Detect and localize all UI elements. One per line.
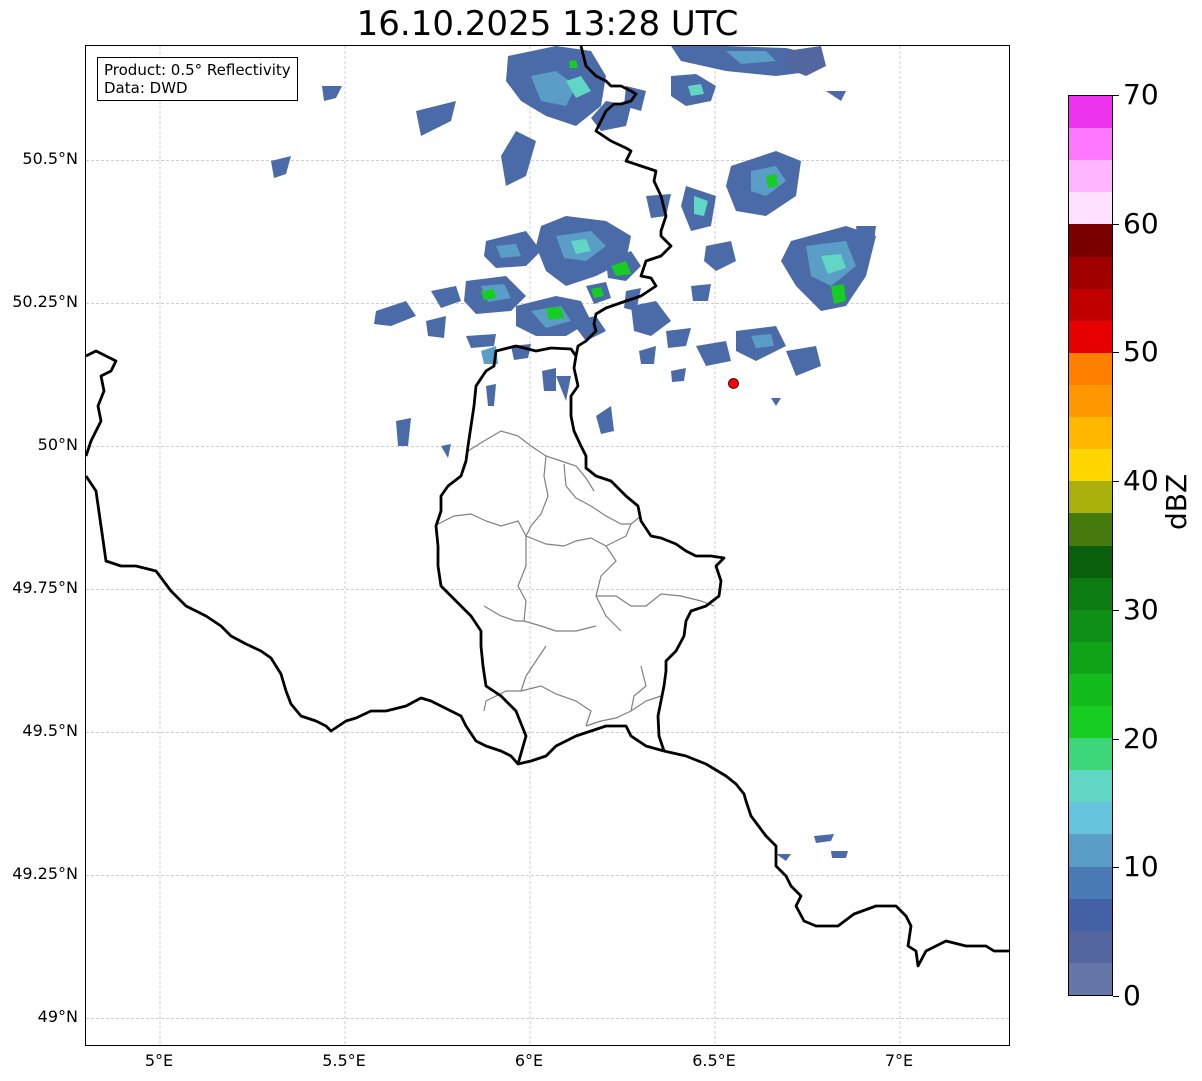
colorbar-segment bbox=[1069, 866, 1112, 899]
graticule bbox=[86, 46, 1009, 1045]
colorbar-segment bbox=[1069, 609, 1112, 642]
colorbar-tick bbox=[1113, 481, 1119, 483]
lon-tick-label: 6.5°E bbox=[692, 1051, 736, 1070]
product-info-box: Product: 0.5° Reflectivity Data: DWD bbox=[97, 57, 298, 101]
colorbar-unit-label: dBZ bbox=[1160, 473, 1193, 530]
colorbar-tick bbox=[1113, 996, 1119, 997]
map-canvas bbox=[86, 46, 1009, 1045]
colorbar-tick-label: 30 bbox=[1123, 592, 1159, 626]
colorbar-segment bbox=[1069, 545, 1112, 578]
colorbar-segment bbox=[1069, 416, 1112, 450]
colorbar-segment bbox=[1069, 577, 1112, 610]
lat-tick-label: 50°N bbox=[37, 435, 78, 455]
colorbar-segment bbox=[1069, 223, 1112, 257]
colorbar-segment bbox=[1069, 705, 1112, 739]
product-label: Product: 0.5° Reflectivity bbox=[104, 61, 291, 79]
colorbar-segment bbox=[1069, 769, 1112, 803]
colorbar-segment bbox=[1069, 127, 1112, 161]
colorbar-segment bbox=[1069, 641, 1112, 674]
colorbar-tick bbox=[1113, 223, 1119, 225]
colorbar-segment bbox=[1069, 673, 1112, 707]
colorbar-tick-label: 50 bbox=[1123, 335, 1159, 369]
colorbar-tick bbox=[1113, 95, 1119, 96]
echo-cluster-east bbox=[631, 151, 876, 861]
country-borders bbox=[86, 46, 1009, 968]
colorbar-segment bbox=[1069, 962, 1112, 995]
colorbar-segment bbox=[1069, 288, 1112, 321]
lat-tick-label: 50.25°N bbox=[12, 292, 78, 312]
lon-tick-label: 5.5°E bbox=[322, 1051, 366, 1070]
data-source-label: Data: DWD bbox=[104, 79, 188, 97]
colorbar-segment bbox=[1069, 352, 1112, 385]
colorbar-segment bbox=[1069, 159, 1112, 193]
colorbar-segment bbox=[1069, 512, 1112, 546]
colorbar-tick-label: 40 bbox=[1123, 464, 1159, 498]
colorbar-segment bbox=[1069, 737, 1112, 771]
lat-tick-label: 49.25°N bbox=[12, 864, 78, 884]
luxembourg-admin-borders bbox=[437, 430, 715, 727]
colorbar-segment bbox=[1069, 95, 1112, 129]
lat-tick-label: 49°N bbox=[37, 1007, 78, 1027]
colorbar-tick bbox=[1113, 609, 1119, 611]
colorbar-tick-label: 0 bbox=[1123, 979, 1141, 1012]
lon-tick-label: 5°E bbox=[144, 1051, 174, 1070]
colorbar-segment bbox=[1069, 898, 1112, 931]
colorbar-tick bbox=[1113, 738, 1119, 740]
colorbar-tick bbox=[1113, 867, 1119, 869]
echo-cluster-central bbox=[374, 216, 641, 458]
radar-site-marker bbox=[728, 378, 739, 389]
radar-map[interactable] bbox=[85, 45, 1010, 1046]
colorbar bbox=[1068, 95, 1113, 996]
colorbar-segment bbox=[1069, 384, 1112, 418]
colorbar-segment bbox=[1069, 448, 1112, 482]
colorbar-tick-label: 60 bbox=[1123, 206, 1159, 240]
colorbar-tick-label: 70 bbox=[1123, 78, 1159, 111]
colorbar-segment bbox=[1069, 801, 1112, 835]
lat-tick-label: 49.5°N bbox=[22, 721, 78, 741]
lat-tick-label: 50.5°N bbox=[22, 149, 78, 169]
colorbar-segment bbox=[1069, 256, 1112, 289]
colorbar-tick bbox=[1113, 352, 1119, 354]
colorbar-segment bbox=[1069, 480, 1112, 514]
map-title: 16.10.2025 13:28 UTC bbox=[356, 4, 739, 44]
colorbar-segment bbox=[1069, 930, 1112, 963]
colorbar-segment bbox=[1069, 320, 1112, 353]
colorbar-segment bbox=[1069, 191, 1112, 225]
lon-tick-label: 7°E bbox=[884, 1051, 914, 1070]
lon-tick-label: 6°E bbox=[514, 1051, 544, 1070]
radar-site-dot bbox=[728, 378, 739, 389]
colorbar-tick-label: 20 bbox=[1123, 721, 1159, 755]
lat-tick-label: 49.75°N bbox=[12, 578, 78, 598]
colorbar-tick-label: 10 bbox=[1123, 850, 1159, 884]
colorbar-segment bbox=[1069, 833, 1112, 867]
